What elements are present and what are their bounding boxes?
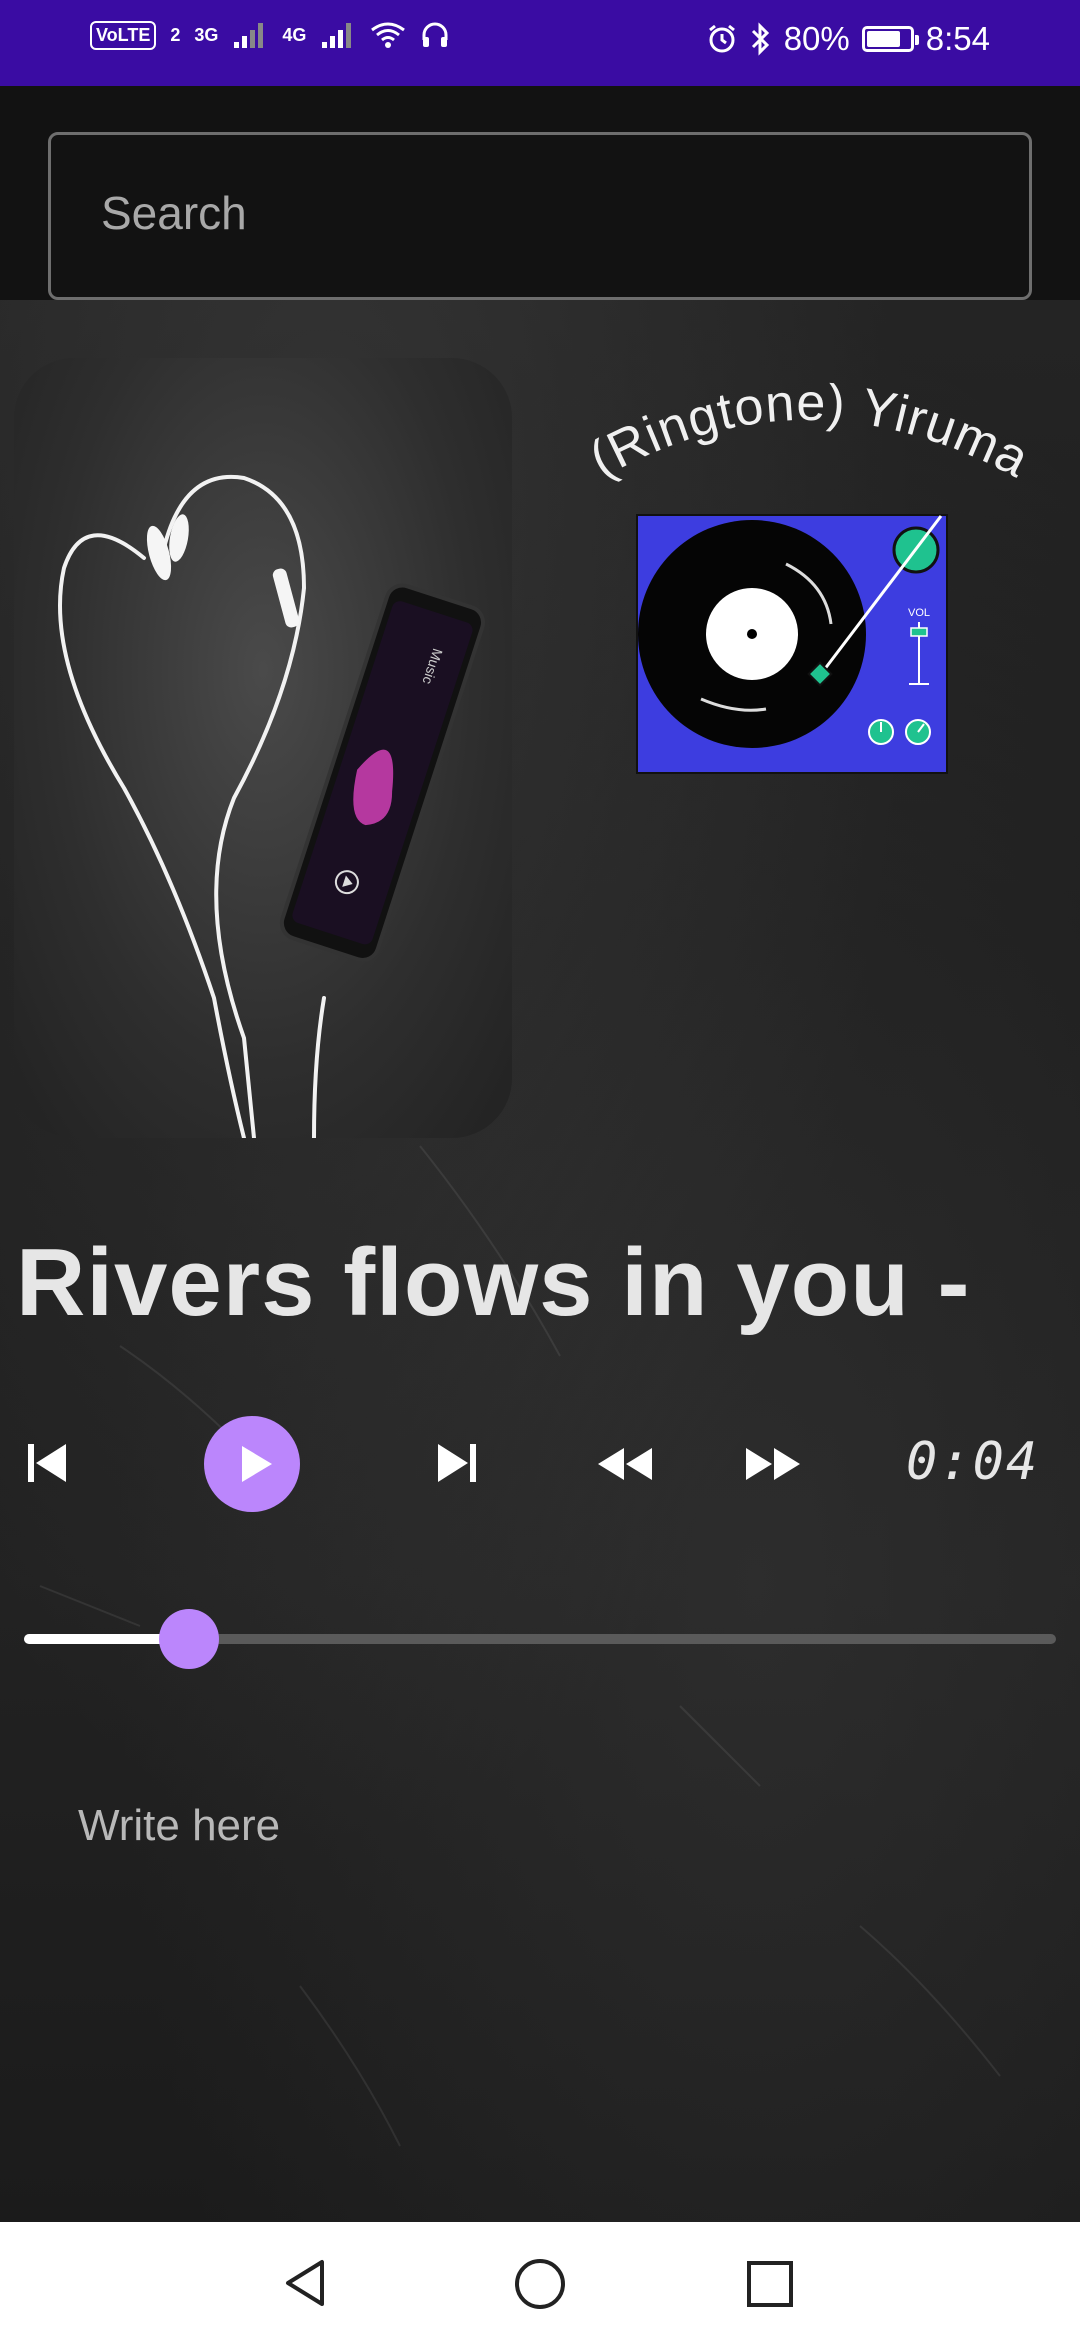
headphones-icon — [422, 22, 448, 47]
play-button[interactable] — [204, 1416, 300, 1512]
status-bar: VoLTE 2 3G 4G 80% 8:54 — [0, 0, 1080, 86]
battery-icon — [861, 26, 919, 52]
battery-fill — [866, 31, 900, 47]
rewind-icon[interactable] — [596, 1446, 654, 1482]
turntable-vol-label: VOL — [908, 607, 930, 619]
status-right-icons: 80% 8:54 — [706, 20, 990, 58]
notes-input[interactable] — [76, 1790, 980, 1862]
seek-bar[interactable] — [24, 1609, 1056, 1669]
song-title: Rivers flows in you - — [16, 1229, 971, 1336]
skip-previous-icon[interactable] — [26, 1442, 68, 1484]
volte-badge: VoLTE — [90, 20, 157, 50]
fast-forward-icon[interactable] — [744, 1446, 802, 1482]
recents-icon[interactable] — [746, 2260, 794, 2308]
clock: 8:54 — [925, 20, 990, 57]
play-icon — [242, 1446, 272, 1482]
svg-text:(Ringtone) Yiruma: (Ringtone) Yiruma — [580, 374, 1039, 489]
search-input[interactable] — [99, 185, 983, 241]
home-icon[interactable] — [514, 2258, 566, 2310]
battery-percent: 80% — [783, 20, 850, 57]
signal-icon — [322, 23, 352, 48]
elapsed-time: 0:04 — [906, 1432, 1040, 1492]
back-icon[interactable] — [282, 2258, 332, 2308]
album-art-photo: Music — [14, 358, 512, 1138]
turntable-image: VOL — [636, 514, 948, 774]
seek-bar-thumb[interactable] — [159, 1609, 219, 1669]
search-box[interactable] — [48, 132, 1032, 300]
wifi-icon — [371, 22, 406, 48]
skip-next-icon[interactable] — [436, 1442, 478, 1484]
status-left-icons: VoLTE 2 3G 4G — [90, 20, 450, 50]
network-4g-label: 4G — [282, 24, 307, 45]
alarm-icon — [708, 24, 735, 53]
ringtone-curved-title: (Ringtone) Yiruma — [580, 374, 1039, 489]
network-3g-label: 3G — [194, 24, 219, 45]
earphones-phone-image: Music — [58, 474, 486, 1138]
bluetooth-icon — [751, 22, 769, 56]
navigation-bar — [0, 2222, 1080, 2340]
ringtone-title: (Ringtone) Yiruma — [580, 374, 1038, 489]
signal-icon — [234, 23, 264, 48]
sim-number: 2 — [170, 24, 181, 45]
